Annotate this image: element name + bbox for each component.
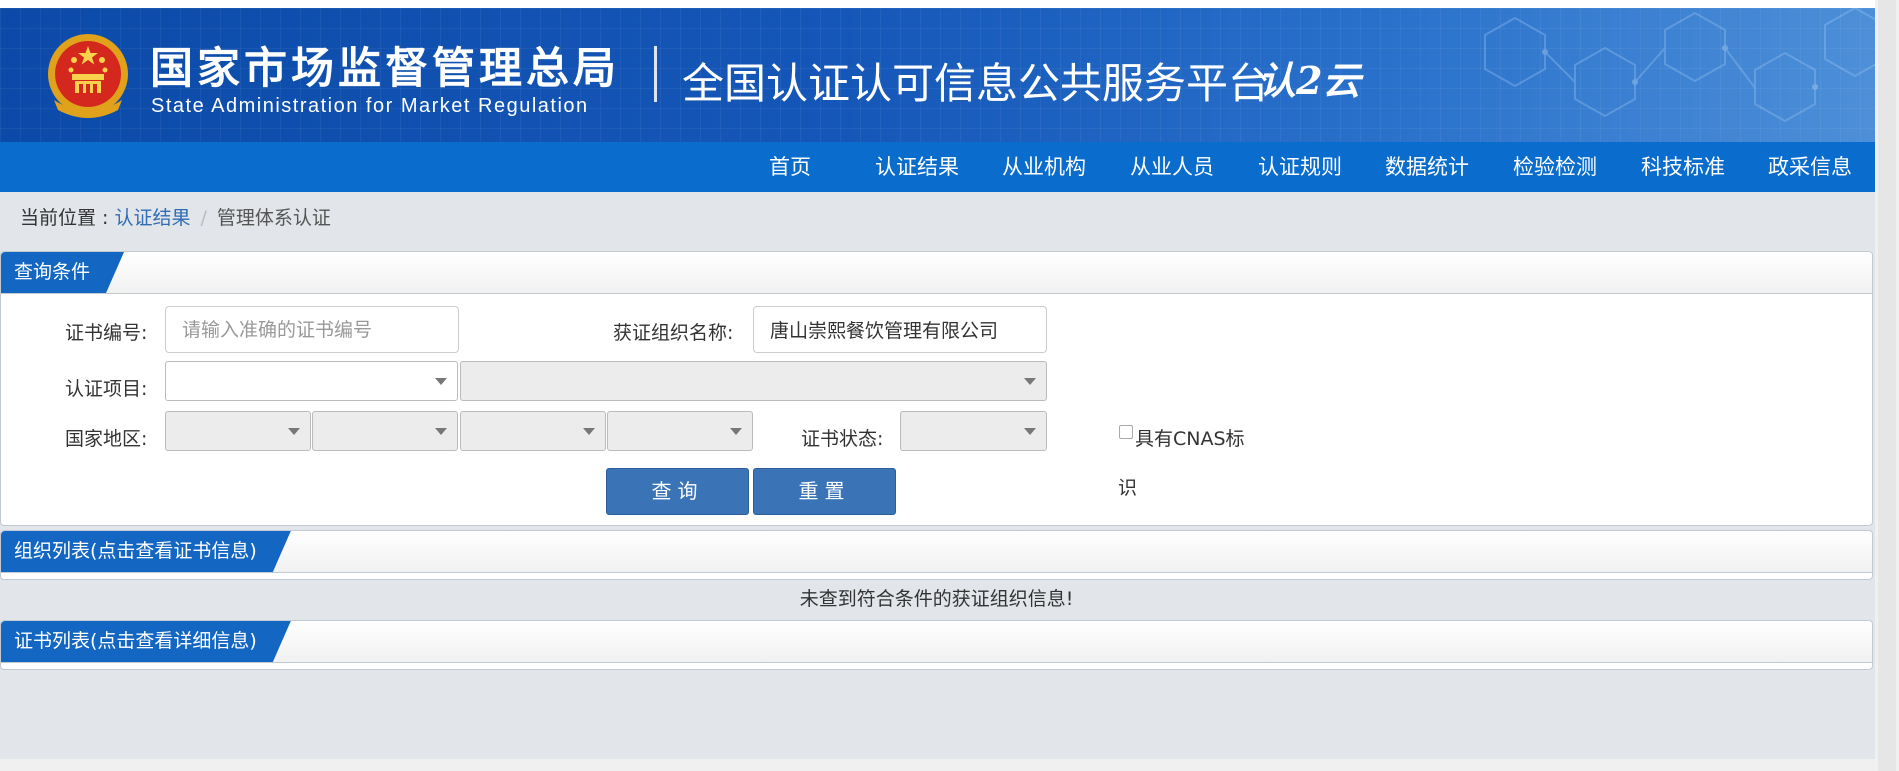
cert-no-input[interactable] — [165, 306, 459, 353]
project-label: 认证项目: — [65, 378, 148, 400]
nav-item-personnel[interactable]: 从业人员 — [1130, 142, 1214, 192]
cnas-checkbox[interactable] — [1119, 425, 1133, 439]
cnas-label: 具有CNAS标 — [1135, 428, 1245, 450]
search-button[interactable]: 查询 — [606, 468, 749, 515]
region-country-select[interactable] — [165, 411, 311, 451]
project-select[interactable] — [165, 361, 458, 401]
chevron-down-icon — [1024, 378, 1036, 385]
nav-item-cert-rules[interactable]: 认证规则 — [1258, 142, 1342, 192]
region-district-select[interactable] — [607, 411, 753, 451]
header-banner: 国家市场监督管理总局 State Administration for Mark… — [0, 8, 1875, 142]
nav-item-cert-results[interactable]: 认证结果 — [875, 142, 959, 192]
national-emblem-icon — [48, 34, 128, 118]
chevron-down-icon — [1024, 428, 1036, 435]
cert-list-panel: 证书列表(点击查看详细信息) — [0, 620, 1873, 670]
chevron-down-icon — [583, 428, 595, 435]
chevron-down-icon — [288, 428, 300, 435]
cnas-label-wrap: 识 — [1118, 477, 1138, 499]
nav-item-institutions[interactable]: 从业机构 — [1002, 142, 1086, 192]
org-name-input[interactable] — [753, 306, 1047, 353]
breadcrumb-prefix: 当前位置 : — [20, 207, 115, 229]
agency-name-cn: 国家市场监督管理总局 — [150, 44, 620, 94]
top-strip — [0, 0, 1875, 8]
nav-item-inspection[interactable]: 检验检测 — [1513, 142, 1597, 192]
query-panel-header: 查询条件 — [1, 252, 1872, 294]
cert-list-panel-title: 证书列表(点击查看详细信息) — [1, 621, 291, 662]
org-list-panel-title: 组织列表(点击查看证书信息) — [1, 531, 291, 572]
chevron-down-icon — [435, 428, 447, 435]
horizontal-scrollbar-track[interactable] — [0, 759, 1875, 771]
org-list-panel: 组织列表(点击查看证书信息) — [0, 530, 1873, 580]
nav-item-statistics[interactable]: 数据统计 — [1385, 142, 1469, 192]
nav-item-procurement[interactable]: 政采信息 — [1768, 142, 1852, 192]
reset-button[interactable]: 重置 — [753, 468, 896, 515]
banner-divider — [654, 46, 657, 102]
cert-status-select[interactable] — [900, 411, 1047, 451]
region-label: 国家地区: — [65, 428, 148, 450]
project-sub-select[interactable] — [460, 361, 1047, 401]
breadcrumb-link-cert-results[interactable]: 认证结果 — [114, 207, 190, 229]
org-name-label: 获证组织名称: — [613, 322, 734, 344]
chevron-down-icon — [730, 428, 742, 435]
platform-logo: 认2云 — [1258, 58, 1361, 103]
hexagon-decoration-icon — [1484, 8, 1875, 123]
region-province-select[interactable] — [312, 411, 458, 451]
main-navbar: 首页 认证结果 从业机构 从业人员 认证规则 数据统计 检验检测 科技标准 政采… — [0, 142, 1875, 192]
nav-item-home[interactable]: 首页 — [769, 142, 811, 192]
vertical-scrollbar-thumb[interactable] — [1878, 0, 1896, 771]
nav-item-tech-standards[interactable]: 科技标准 — [1641, 142, 1725, 192]
cert-no-label: 证书编号: — [65, 322, 148, 344]
agency-name-en: State Administration for Market Regulati… — [151, 95, 589, 117]
page: 国家市场监督管理总局 State Administration for Mark… — [0, 0, 1875, 759]
org-list-empty-message: 未查到符合条件的获证组织信息! — [799, 588, 1074, 610]
breadcrumb: 当前位置 : 认证结果 / 管理体系认证 — [20, 203, 331, 230]
breadcrumb-current: 管理体系认证 — [216, 207, 331, 229]
platform-title: 全国认证认可信息公共服务平台 — [682, 59, 1271, 108]
chevron-down-icon — [435, 378, 447, 385]
query-panel-title: 查询条件 — [1, 252, 124, 293]
org-list-panel-header: 组织列表(点击查看证书信息) — [1, 531, 1872, 573]
cert-list-panel-header: 证书列表(点击查看详细信息) — [1, 621, 1872, 663]
status-label: 证书状态: — [801, 428, 884, 450]
breadcrumb-separator: / — [200, 207, 207, 229]
region-city-select[interactable] — [460, 411, 606, 451]
